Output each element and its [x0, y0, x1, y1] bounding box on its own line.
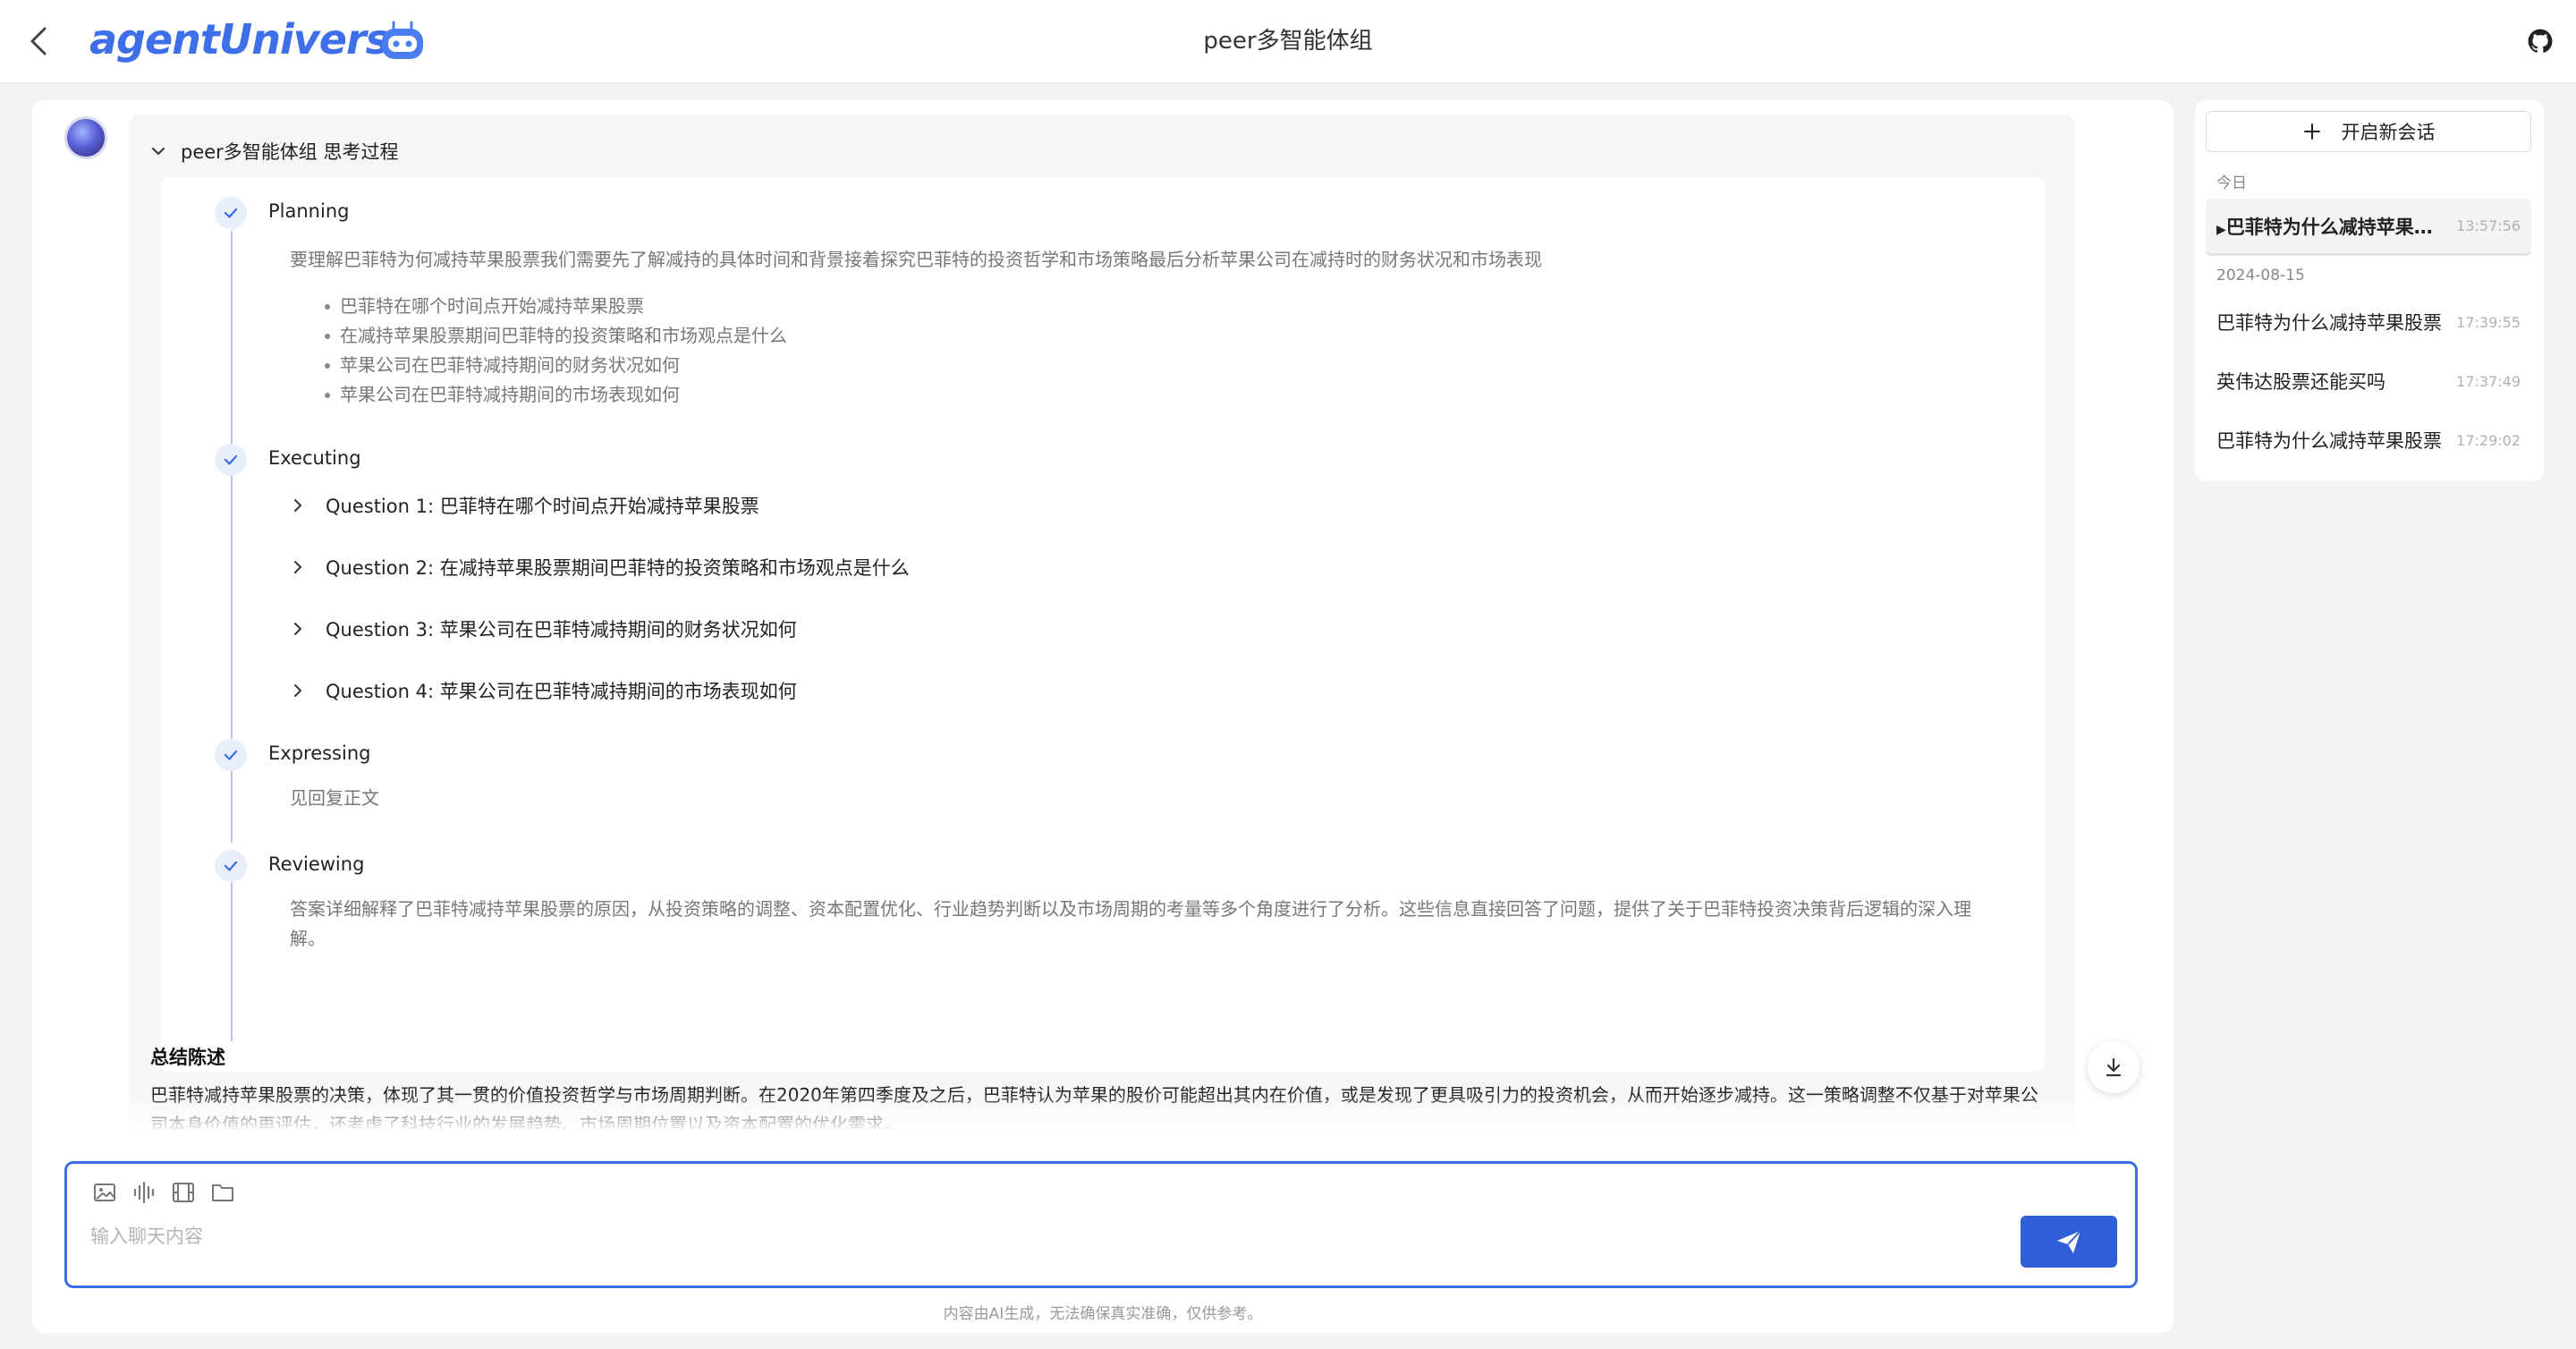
session-item[interactable]: 巴菲特为什么减持苹果股票 17:29:02: [2206, 411, 2531, 469]
question-label: Question 4: 苹果公司在巴菲特减持期间的市场表现如何: [326, 681, 797, 702]
session-title: 英伟达股票还能买吗: [2216, 371, 2385, 393]
question-label: Question 3: 苹果公司在巴菲特减持期间的财务状况如何: [326, 619, 797, 641]
question-item-4[interactable]: Question 4: 苹果公司在巴菲特减持期间的市场表现如何: [290, 677, 797, 704]
timeline-line: [231, 768, 233, 843]
fade-overlay: [129, 1093, 2075, 1129]
list-item: 苹果公司在巴菲特减持期间的市场表现如何: [325, 380, 787, 410]
download-icon: [2106, 1057, 2122, 1077]
summary-title: 总结陈述: [150, 1047, 225, 1068]
new-chat-button[interactable]: 开启新会话: [2206, 111, 2531, 152]
app-header: agentUniverse peer多智能体组: [0, 0, 2576, 83]
ai-disclaimer: 内容由AI生成，无法确保真实准确，仅供参考。: [943, 1305, 1263, 1323]
scroll-to-bottom-button[interactable]: [2088, 1041, 2140, 1093]
plus-icon: [2303, 123, 2320, 140]
agent-avatar: [64, 116, 107, 159]
step-check-icon: [215, 739, 247, 771]
step-title-planning: Planning: [268, 200, 350, 222]
session-title: 巴菲特为什么减持苹果股票: [2216, 430, 2442, 452]
list-item: 苹果公司在巴菲特减持期间的财务状况如何: [325, 351, 787, 380]
video-icon[interactable]: [171, 1180, 196, 1205]
timeline-line: [231, 472, 233, 750]
caret-right-icon: ▶: [2216, 222, 2226, 237]
question-item-3[interactable]: Question 3: 苹果公司在巴菲特减持期间的财务状况如何: [290, 615, 797, 642]
question-item-2[interactable]: Question 2: 在减持苹果股票期间巴菲特的投资策略和市场观点是什么: [290, 554, 910, 581]
session-time: 17:39:55: [2456, 313, 2521, 331]
page-title: peer多智能体组: [1203, 28, 1373, 55]
step-title-expressing: Expressing: [268, 742, 371, 764]
thinking-process: Planning 要理解巴菲特为何减持苹果股票我们需要先了解减持的具体时间和背景…: [161, 177, 2045, 1072]
chat-input-box: [64, 1161, 2138, 1288]
group-label-date: 2024-08-15: [2216, 267, 2305, 284]
planning-list: 巴菲特在哪个时间点开始减持苹果股票 在减持苹果股票期间巴菲特的投资策略和市场观点…: [325, 292, 787, 410]
question-item-1[interactable]: Question 1: 巴菲特在哪个时间点开始减持苹果股票: [290, 492, 759, 519]
folder-icon[interactable]: [210, 1180, 235, 1205]
image-icon[interactable]: [92, 1180, 117, 1205]
session-time: 17:37:49: [2456, 372, 2521, 390]
chat-panel: peer多智能体组 思考过程 Planning 要理解巴菲特为何减持苹果股票我们…: [32, 100, 2174, 1333]
chevron-right-icon: [294, 623, 301, 635]
assistant-message: peer多智能体组 思考过程 Planning 要理解巴菲特为何减持苹果股票我们…: [129, 115, 2075, 1129]
question-label: Question 2: 在减持苹果股票期间巴菲特的投资策略和市场观点是什么: [326, 557, 910, 579]
list-item: 巴菲特在哪个时间点开始减持苹果股票: [325, 292, 787, 321]
timeline-line: [231, 231, 233, 454]
thinking-title: peer多智能体组 思考过程: [181, 141, 399, 163]
session-time: 13:57:56: [2456, 217, 2521, 234]
session-title: ▶巴菲特为什么减持苹果股票: [2216, 216, 2451, 238]
question-label: Question 1: 巴菲特在哪个时间点开始减持苹果股票: [326, 496, 759, 517]
chevron-right-icon: [294, 499, 301, 512]
chevron-down-icon: [152, 148, 165, 155]
thinking-toggle[interactable]: peer多智能体组 思考过程: [148, 138, 398, 165]
github-icon[interactable]: [2528, 29, 2553, 54]
expressing-text: 见回复正文: [290, 787, 379, 809]
step-check-icon: [215, 197, 247, 229]
send-button[interactable]: [2021, 1216, 2117, 1268]
timeline-line: [231, 880, 233, 1041]
chevron-right-icon: [294, 561, 301, 573]
session-time: 17:29:02: [2456, 431, 2521, 449]
step-check-icon: [215, 850, 247, 882]
reviewing-text: 答案详细解释了巴菲特减持苹果股票的原因，从投资策略的调整、资本配置优化、行业趋势…: [290, 898, 1971, 949]
send-icon: [2057, 1230, 2081, 1253]
audio-icon[interactable]: [131, 1180, 157, 1205]
list-item: 在减持苹果股票期间巴菲特的投资策略和市场观点是什么: [325, 321, 787, 351]
step-check-icon: [215, 444, 247, 476]
session-title: 巴菲特为什么减持苹果股票: [2216, 312, 2442, 334]
input-toolbar: [92, 1180, 235, 1205]
planning-text: 要理解巴菲特为何减持苹果股票我们需要先了解减持的具体时间和背景接着探究巴菲特的投…: [290, 249, 1542, 270]
chevron-right-icon: [294, 684, 301, 697]
session-item[interactable]: 英伟达股票还能买吗 17:37:49: [2206, 352, 2531, 410]
new-chat-label: 开启新会话: [2341, 122, 2436, 143]
session-item[interactable]: 巴菲特为什么减持苹果股票 17:39:55: [2206, 293, 2531, 351]
session-item[interactable]: ▶巴菲特为什么减持苹果股票 13:57:56: [2206, 199, 2531, 256]
step-title-reviewing: Reviewing: [268, 853, 365, 875]
chat-input[interactable]: [89, 1219, 1881, 1253]
group-label-today: 今日: [2216, 174, 2247, 192]
session-sidebar: 开启新会话 今日 ▶巴菲特为什么减持苹果股票 13:57:56 2024-08-…: [2195, 100, 2544, 481]
step-title-executing: Executing: [268, 447, 361, 469]
